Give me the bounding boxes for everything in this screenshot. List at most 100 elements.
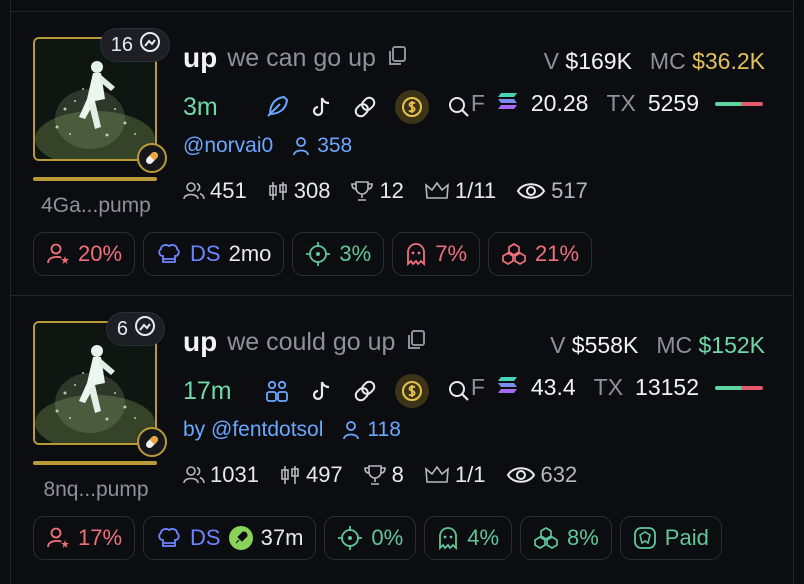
tx-value: 13152 (635, 374, 699, 400)
user-star-icon (47, 243, 69, 264)
link-icon[interactable] (351, 93, 379, 121)
tiktok-icon[interactable] (307, 377, 335, 405)
dex-paid-chip[interactable]: Paid (619, 516, 722, 560)
feather-icon[interactable] (263, 93, 291, 121)
link-icon[interactable] (351, 377, 379, 405)
market-stats: V $558K MC $152K (550, 332, 765, 359)
tx-label: TX (606, 90, 636, 116)
social-row: 3m (183, 90, 473, 124)
coin-icon[interactable] (395, 90, 429, 124)
contract-address[interactable]: 8nq...pump (31, 478, 161, 502)
followers-count: 118 (367, 418, 401, 441)
rocket-icon (228, 526, 253, 550)
ghost-icon (439, 527, 458, 550)
top10-holders-value: 17% (78, 525, 123, 550)
snipers-value: 0% (371, 525, 404, 550)
dex-paid-label: Paid (664, 525, 709, 550)
crown-icon (424, 181, 449, 199)
tx-label: TX (593, 374, 624, 400)
bonding-progress-bar (33, 461, 157, 465)
candles-count: 497 (305, 462, 343, 487)
dev-sold-chip[interactable]: DS 2mo (143, 232, 285, 276)
mcap-label: MC (656, 332, 693, 358)
trophy: 8 (363, 462, 404, 488)
dev-handle[interactable]: by @fentdotsol (183, 418, 323, 442)
contract-address[interactable]: 4Ga...pump (31, 194, 161, 218)
insiders-value: 7% (435, 241, 467, 266)
users-icon (183, 182, 205, 200)
dev-sold-label: DS (190, 241, 221, 266)
pill-icon[interactable] (137, 427, 167, 457)
mcap-value: $36.2K (692, 48, 765, 74)
search-icon[interactable] (445, 377, 473, 405)
crosshair-icon (306, 242, 331, 266)
bundle-icon (534, 527, 558, 549)
insiders-value: 4% (467, 525, 499, 550)
bundle-chip[interactable]: 8% (520, 516, 612, 560)
insiders-chip[interactable]: 4% (424, 516, 512, 560)
tiktok-icon[interactable] (307, 93, 335, 121)
trophy-icon (351, 181, 374, 201)
token-name: we can go up (227, 43, 376, 72)
snipers-chip[interactable]: 3% (292, 232, 385, 276)
crosshair-icon (338, 526, 363, 550)
user-star-icon (47, 527, 69, 548)
image-count-badge[interactable]: 16 (99, 28, 170, 62)
fee-label: F (470, 90, 485, 116)
candle-icon (281, 466, 299, 484)
insiders-chip[interactable]: 7% (392, 232, 480, 276)
token-thumbnail[interactable]: 16 (33, 28, 170, 173)
holders-count: 1031 (210, 462, 259, 487)
picture-icon (134, 315, 156, 343)
bundle-icon (502, 243, 526, 265)
volume-value: $169K (565, 48, 632, 74)
dex-paid-icon (633, 527, 656, 549)
buy-sell-ratio-bar (715, 385, 763, 390)
top10-holders-chip[interactable]: 17% (33, 516, 136, 560)
community-icon[interactable] (263, 377, 291, 405)
eye-icon (516, 183, 546, 199)
snipers-value: 3% (339, 241, 372, 266)
snipers-chip[interactable]: 0% (324, 516, 417, 560)
token-symbol: up (183, 326, 218, 357)
fee-value: 20.28 (530, 90, 589, 116)
coin-icon[interactable] (395, 374, 429, 408)
metrics-row: 451 308 12 1/11 517 (183, 178, 588, 204)
market-stats: V $169K MC $36.2K (544, 48, 765, 75)
user-icon (293, 137, 310, 156)
token-name: we could go up (227, 327, 396, 356)
holders: 1031 (183, 462, 259, 488)
top10-holders-chip[interactable]: 20% (33, 232, 136, 276)
candles: 497 (279, 462, 343, 488)
search-icon[interactable] (445, 93, 473, 121)
crown-value: 1/11 (454, 178, 497, 203)
holders: 451 (183, 178, 247, 204)
token-thumbnail[interactable]: 6 (33, 312, 167, 457)
copy-icon[interactable] (405, 326, 427, 358)
bundle-chip[interactable]: 21% (488, 232, 593, 276)
token-card[interactable]: 16 4Ga...pump up we can go up V $169K MC… (10, 12, 794, 296)
views-count: 632 (540, 462, 578, 487)
followers[interactable]: 358 (291, 134, 352, 158)
copy-icon[interactable] (386, 42, 408, 74)
crown: 1/11 (424, 178, 496, 204)
followers[interactable]: 118 (341, 418, 401, 442)
metrics-row: 1031 497 8 1/1 632 (183, 462, 577, 488)
dev-sold-chip[interactable]: DS 37m (143, 516, 317, 560)
social-row: 17m (183, 374, 473, 408)
dev-row: by @fentdotsol 118 (183, 418, 401, 442)
holders-count: 451 (210, 178, 247, 203)
candle-icon (268, 182, 287, 200)
image-count: 16 (110, 33, 133, 56)
dev-handle[interactable]: @norvai0 (183, 134, 273, 158)
user-icon (343, 421, 360, 440)
trophy-count: 8 (391, 462, 404, 487)
image-count-badge[interactable]: 6 (105, 312, 165, 346)
solana-icon (497, 90, 519, 117)
pill-icon[interactable] (137, 143, 167, 173)
token-card[interactable]: 6 8nq...pump up we could go up V $558K M… (10, 296, 794, 584)
tx-value: 5259 (647, 90, 699, 116)
token-age: 17m (183, 376, 232, 405)
trophy-icon (363, 465, 386, 485)
top10-holders-value: 20% (78, 241, 123, 266)
